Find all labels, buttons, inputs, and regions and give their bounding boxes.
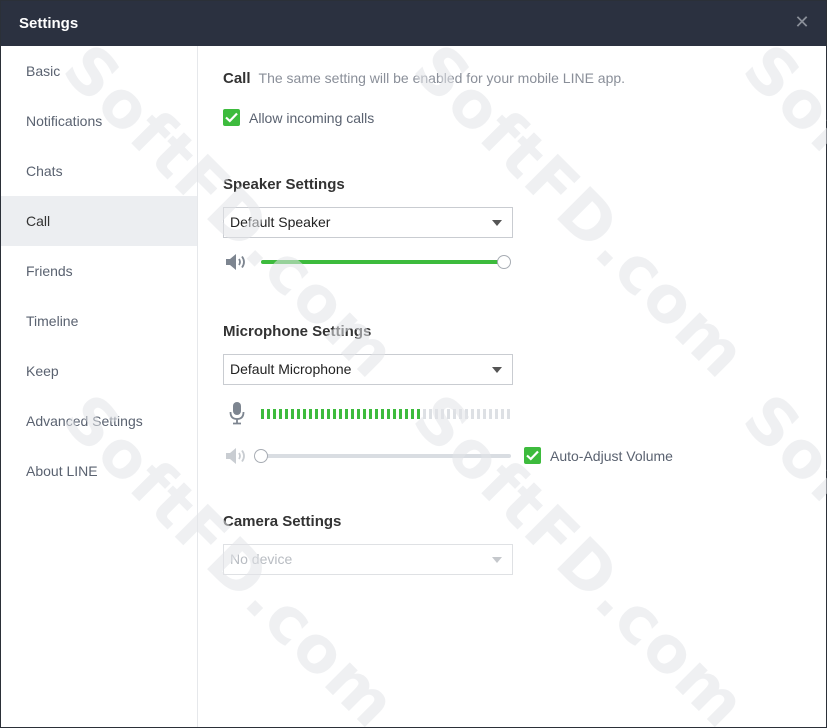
chevron-down-icon xyxy=(492,557,502,563)
meter-segment xyxy=(495,409,498,419)
speaker-volume-slider[interactable] xyxy=(261,255,511,269)
sidebar-item-chats[interactable]: Chats xyxy=(1,146,197,196)
meter-segment xyxy=(261,409,264,419)
meter-segment xyxy=(297,409,300,419)
meter-segment xyxy=(339,409,342,419)
microphone-level-meter xyxy=(261,409,513,419)
meter-segment xyxy=(465,409,468,419)
auto-adjust-volume-checkbox[interactable] xyxy=(524,447,541,464)
microphone-icon xyxy=(229,402,245,425)
checkmark-icon xyxy=(225,112,238,123)
sidebar-item-notifications[interactable]: Notifications xyxy=(1,96,197,146)
sidebar-item-basic[interactable]: Basic xyxy=(1,46,197,96)
microphone-volume-slider[interactable] xyxy=(254,449,511,463)
microphone-settings-title: Microphone Settings xyxy=(223,323,372,340)
meter-segment xyxy=(387,409,390,419)
close-icon[interactable]: ✕ xyxy=(792,12,812,32)
call-header: Call The same setting will be enabled for… xyxy=(223,70,625,87)
meter-segment xyxy=(453,409,456,419)
meter-segment xyxy=(285,409,288,419)
meter-segment xyxy=(399,409,402,419)
meter-segment xyxy=(447,409,450,419)
microphone-device-value: Default Microphone xyxy=(230,361,352,377)
meter-segment xyxy=(375,409,378,419)
meter-segment xyxy=(429,409,432,419)
meter-segment xyxy=(327,409,330,419)
allow-incoming-calls-checkbox[interactable] xyxy=(223,109,240,126)
meter-segment xyxy=(357,409,360,419)
allow-incoming-calls-label: Allow incoming calls xyxy=(249,109,375,126)
speaker-settings-title: Speaker Settings xyxy=(223,176,345,193)
meter-segment xyxy=(459,409,462,419)
meter-segment xyxy=(435,409,438,419)
meter-segment xyxy=(411,409,414,419)
meter-segment xyxy=(423,409,426,419)
call-description: The same setting will be enabled for you… xyxy=(258,70,626,86)
chevron-down-icon xyxy=(492,367,502,373)
microphone-volume-icon xyxy=(226,448,245,464)
meter-segment xyxy=(471,409,474,419)
meter-segment xyxy=(369,409,372,419)
sidebar-item-timeline[interactable]: Timeline xyxy=(1,296,197,346)
sidebar-item-about-line[interactable]: About LINE xyxy=(1,446,197,496)
title-bar: Settings ✕ xyxy=(1,1,826,46)
speaker-device-value: Default Speaker xyxy=(230,214,331,230)
meter-segment xyxy=(417,409,420,419)
meter-segment xyxy=(267,409,270,419)
speaker-volume-thumb[interactable] xyxy=(497,255,511,269)
meter-segment xyxy=(363,409,366,419)
meter-segment xyxy=(351,409,354,419)
meter-segment xyxy=(333,409,336,419)
meter-segment xyxy=(489,409,492,419)
sidebar-item-friends[interactable]: Friends xyxy=(1,246,197,296)
window-title: Settings xyxy=(19,15,79,32)
meter-segment xyxy=(501,409,504,419)
chevron-down-icon xyxy=(492,220,502,226)
meter-segment xyxy=(477,409,480,419)
checkmark-icon xyxy=(526,450,539,461)
sidebar-item-call[interactable]: Call xyxy=(1,196,197,246)
meter-segment xyxy=(405,409,408,419)
meter-segment xyxy=(381,409,384,419)
meter-segment xyxy=(309,409,312,419)
meter-segment xyxy=(441,409,444,419)
camera-settings-title: Camera Settings xyxy=(223,513,342,530)
meter-segment xyxy=(273,409,276,419)
sidebar-item-keep[interactable]: Keep xyxy=(1,346,197,396)
speaker-volume-fill xyxy=(261,260,504,264)
call-heading: Call xyxy=(223,70,251,87)
auto-adjust-volume-row[interactable]: Auto-Adjust Volume xyxy=(524,447,673,464)
meter-segment xyxy=(291,409,294,419)
sidebar-item-advanced-settings[interactable]: Advanced Settings xyxy=(1,396,197,446)
speaker-device-select[interactable]: Default Speaker xyxy=(223,207,513,238)
meter-segment xyxy=(321,409,324,419)
meter-segment xyxy=(345,409,348,419)
settings-sidebar: Basic Notifications Chats Call Friends T… xyxy=(1,46,198,727)
allow-incoming-calls-row[interactable]: Allow incoming calls xyxy=(223,109,374,126)
call-settings-panel: Call The same setting will be enabled for… xyxy=(199,46,826,727)
speaker-volume-icon xyxy=(226,254,245,270)
settings-window: Settings ✕ Basic Notifications Chats Cal… xyxy=(0,0,827,728)
auto-adjust-volume-label: Auto-Adjust Volume xyxy=(550,447,673,464)
meter-segment xyxy=(279,409,282,419)
meter-segment xyxy=(315,409,318,419)
microphone-device-select[interactable]: Default Microphone xyxy=(223,354,513,385)
camera-device-value: No device xyxy=(230,551,293,567)
camera-device-select: No device xyxy=(223,544,513,575)
meter-segment xyxy=(393,409,396,419)
microphone-volume-thumb[interactable] xyxy=(254,449,268,463)
meter-segment xyxy=(507,409,510,419)
meter-segment xyxy=(303,409,306,419)
meter-segment xyxy=(483,409,486,419)
